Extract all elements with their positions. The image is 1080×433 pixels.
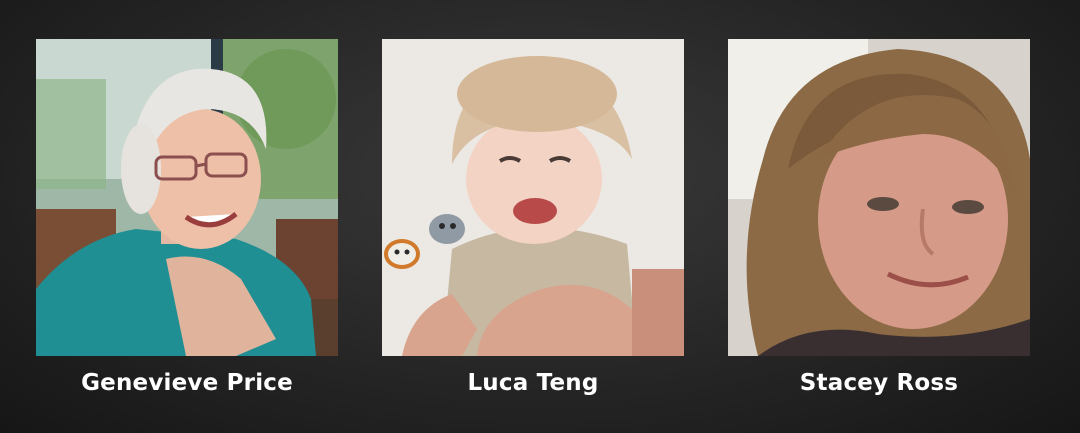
portrait-photo-genevieve (36, 39, 338, 356)
person-name: Genevieve Price (81, 370, 293, 396)
portrait-photo-icon (382, 39, 684, 356)
portrait-photo-icon (36, 39, 338, 356)
person-name: Luca Teng (467, 370, 599, 396)
portrait-photo-icon (728, 39, 1030, 356)
portrait-photo-stacey (728, 39, 1030, 356)
portrait-photo-luca (382, 39, 684, 356)
person-name: Stacey Ross (799, 370, 959, 396)
